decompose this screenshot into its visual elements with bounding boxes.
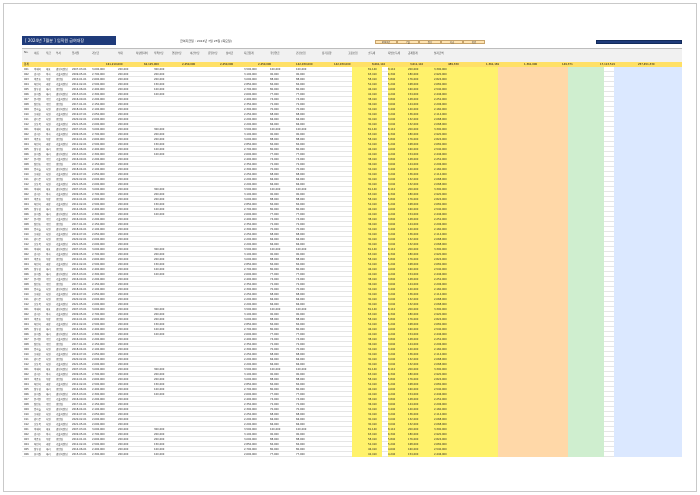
- header-label: 휴일수당: [208, 52, 218, 55]
- sheet-title: [ 2024년 7월분 ] 임직원 급여대장: [22, 36, 116, 45]
- top-box-2: 7월: [397, 40, 419, 44]
- top-right-bar: [596, 40, 682, 44]
- header-label: 건강보험: [296, 52, 306, 55]
- sheet-subtitle: 급여지급일 : 2024년 7월 25일 (목요일): [180, 39, 232, 43]
- spreadsheet-page: [ 2024년 7월분 ] 임직원 급여대장 급여지급일 : 2024년 7월 …: [3, 3, 697, 492]
- header-label: 연장수당: [172, 52, 182, 55]
- table-row: 006 한지원 대리 경영지원팀 2015-03-01 2,300,000 200,000 1…: [22, 452, 682, 457]
- top-box-3: 정산: [419, 40, 441, 44]
- table-cell: 200,000: [118, 453, 129, 456]
- payroll-table: 001 이세미 대표 경영지원팀 2007-03-01 3,000,000 200,000 3…: [22, 67, 682, 467]
- header-label: 공제합계: [408, 52, 418, 55]
- header-label: 상여금: [226, 52, 234, 55]
- header-label: 부서: [56, 52, 61, 55]
- header-label: 국민연금: [270, 52, 280, 55]
- header-label: 기본급: [92, 52, 100, 55]
- top-box-5: 확인: [463, 40, 485, 44]
- header-label: 장기요양: [322, 52, 332, 55]
- header-label: No.: [24, 51, 29, 54]
- header-label: 이름: [34, 52, 39, 55]
- highlight-orange: [498, 452, 568, 457]
- top-box-4: 지급: [441, 40, 463, 44]
- table-cell: 77,000: [296, 453, 305, 456]
- header-label: 고용보험: [348, 52, 358, 55]
- highlight-blue: [614, 452, 682, 457]
- table-cell: 100,000: [154, 453, 165, 456]
- header-label: 식대: [118, 52, 123, 55]
- header-label: 지방소득세: [388, 52, 400, 55]
- table-cell: 2,446,000: [434, 453, 447, 456]
- header-label: 차량유지비: [136, 52, 148, 55]
- highlight-green: [568, 452, 604, 457]
- header-label: 직책수당: [154, 52, 164, 55]
- header-label: 직급: [46, 52, 51, 55]
- header-label: 지급합계: [244, 52, 254, 55]
- header-label: 실지급액: [434, 52, 444, 55]
- top-box-1: 2024년: [375, 40, 397, 44]
- header-label: 야간수당: [190, 52, 200, 55]
- header-label: 소득세: [368, 52, 376, 55]
- header-label: 입사일: [72, 52, 80, 55]
